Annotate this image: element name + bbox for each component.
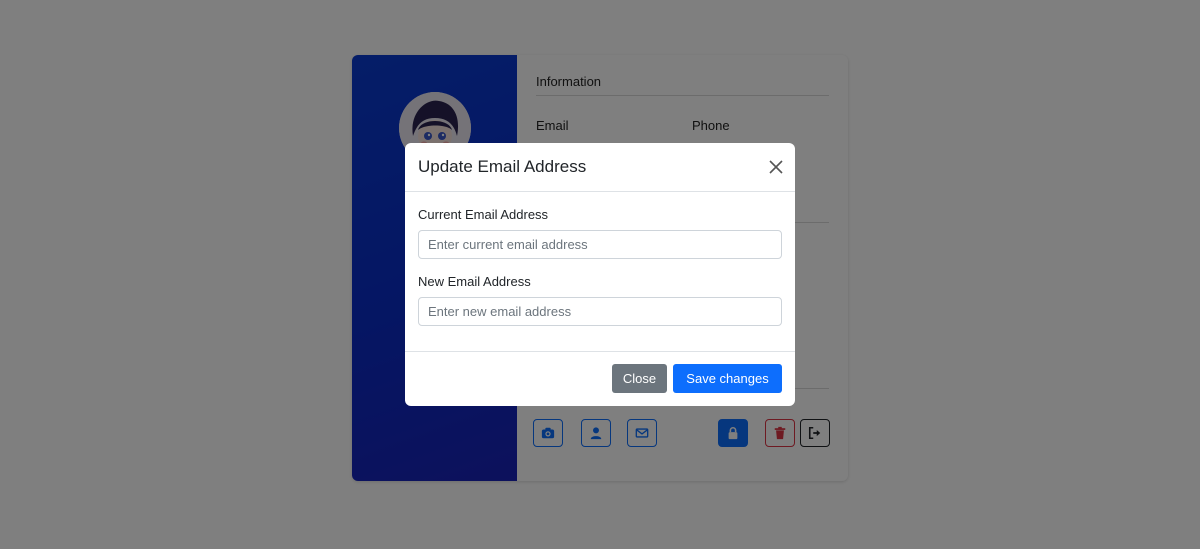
- close-icon[interactable]: [767, 158, 785, 176]
- modal-header: Update Email Address: [405, 143, 795, 192]
- close-button[interactable]: Close: [612, 364, 667, 393]
- new-email-input[interactable]: [418, 297, 782, 326]
- save-changes-button[interactable]: Save changes: [673, 364, 782, 393]
- modal-body: Current Email Address New Email Address: [405, 192, 795, 352]
- current-email-label: Current Email Address: [418, 207, 549, 222]
- new-email-label: New Email Address: [418, 274, 531, 289]
- modal-title: Update Email Address: [418, 157, 587, 176]
- current-email-input[interactable]: [418, 230, 782, 259]
- modal-footer: Close Save changes: [405, 351, 795, 406]
- update-email-modal: Update Email Address Current Email Addre…: [405, 143, 795, 406]
